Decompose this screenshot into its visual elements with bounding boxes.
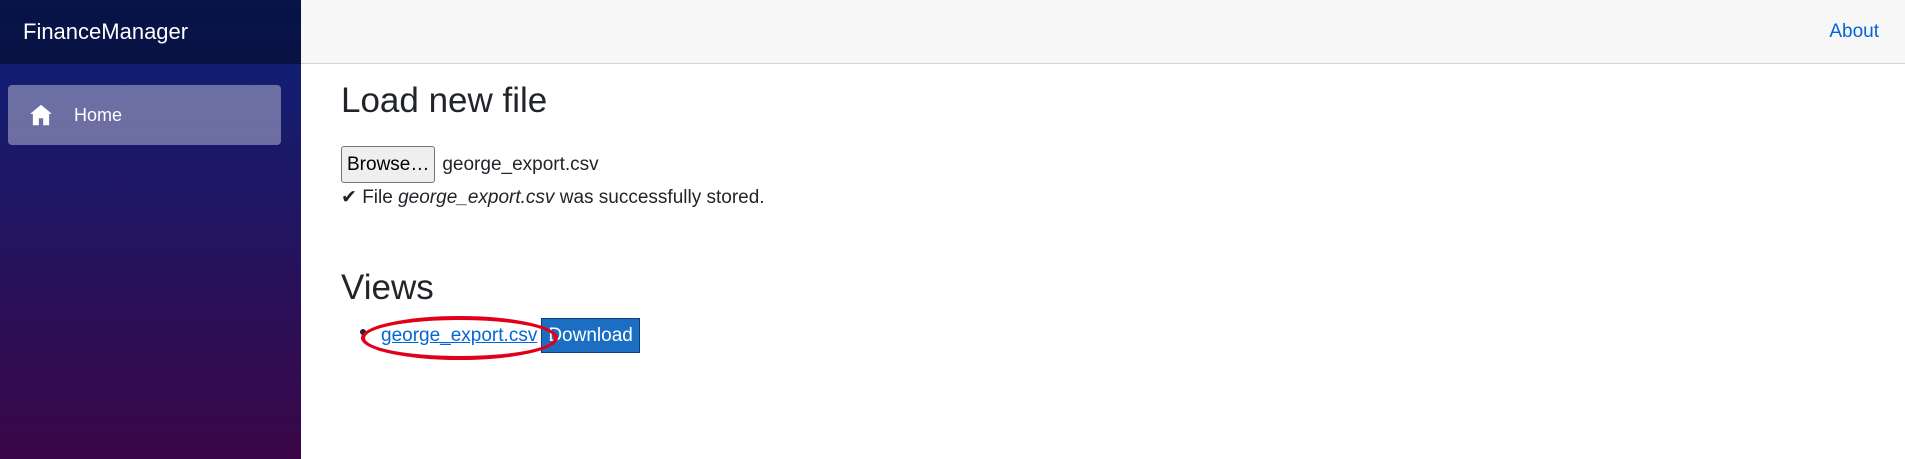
- top-bar: About: [301, 0, 1905, 64]
- check-icon: ✔: [341, 187, 357, 208]
- list-item: george_export.csv Download: [360, 315, 1905, 360]
- sidebar-item-label: Home: [74, 104, 123, 125]
- status-filename: george_export.csv: [398, 187, 555, 208]
- sidebar-item-home[interactable]: Home: [8, 85, 281, 145]
- file-input-row: Browse… george_export.csv: [341, 146, 1905, 183]
- load-file-heading: Load new file: [341, 81, 548, 120]
- download-button[interactable]: Download: [541, 318, 640, 353]
- status-prefix: File: [362, 187, 393, 208]
- upload-status-message: ✔ File george_export.csv was successfull…: [341, 186, 1905, 209]
- brand-link[interactable]: FinanceManager: [23, 19, 188, 45]
- bullet-icon: [360, 329, 366, 335]
- home-icon: [28, 102, 54, 128]
- view-file-link[interactable]: george_export.csv: [361, 315, 558, 360]
- app-shell: FinanceManager Home About Load new file …: [0, 0, 1905, 459]
- selected-file-name: george_export.csv: [442, 153, 599, 175]
- sidebar-nav: Home: [0, 64, 301, 145]
- status-suffix: was successfully stored.: [559, 187, 765, 208]
- browse-button[interactable]: Browse…: [341, 146, 436, 183]
- page-content: Load new file Browse… george_export.csv …: [301, 64, 1905, 360]
- views-list: george_export.csv Download: [341, 315, 1905, 360]
- view-file-link-label: george_export.csv: [381, 324, 538, 346]
- views-heading: Views: [341, 268, 434, 307]
- sidebar: FinanceManager Home: [0, 0, 301, 459]
- main-area: About Load new file Browse… george_expor…: [301, 0, 1905, 459]
- brand-bar: FinanceManager: [0, 0, 301, 64]
- about-link[interactable]: About: [1829, 21, 1879, 43]
